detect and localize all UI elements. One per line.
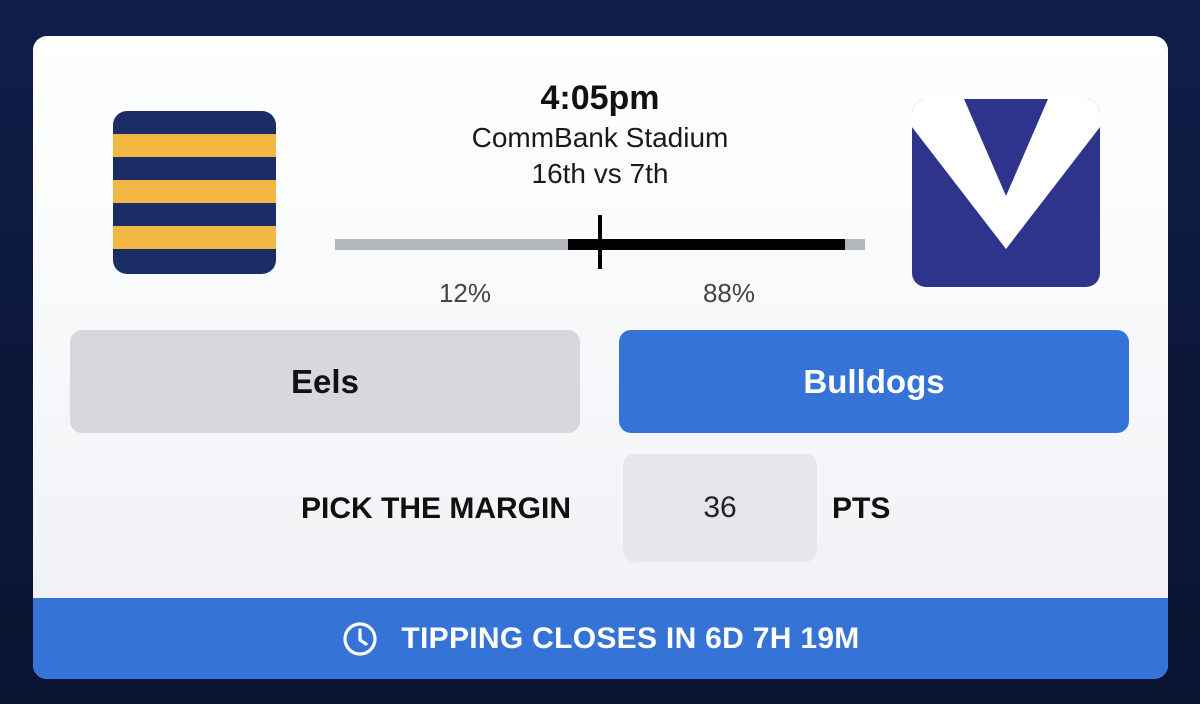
away-tip-percentage: 88% <box>702 278 756 308</box>
pick-margin-label: PICK THE MARGIN <box>301 492 571 525</box>
kickoff-time: 4:05pm <box>540 79 660 117</box>
tipping-deadline-banner: TIPPING CLOSES IN 6D 7H 19M <box>33 598 1168 679</box>
venue: CommBank Stadium <box>471 122 729 153</box>
margin-input[interactable] <box>623 454 817 562</box>
tip-bar-midpoint-marker <box>598 215 602 269</box>
match-tip-card: 4:05pm CommBank Stadium 16th vs 7th 12% … <box>33 36 1168 679</box>
match-info: 4:05pm CommBank Stadium 16th vs 7th <box>400 76 800 192</box>
tipping-closes-text: TIPPING CLOSES IN 6D 7H 19M <box>401 621 860 655</box>
eels-logo <box>113 111 276 274</box>
pick-bulldogs-button[interactable]: Bulldogs <box>619 330 1129 433</box>
clock-icon <box>341 620 379 658</box>
bulldogs-logo <box>912 99 1100 287</box>
margin-unit-label: PTS <box>832 492 891 525</box>
tip-bar-fill <box>568 239 846 250</box>
home-tip-percentage: 12% <box>438 278 492 308</box>
ladder-positions: 16th vs 7th <box>531 158 669 189</box>
pick-eels-button[interactable]: Eels <box>70 330 580 433</box>
tip-percentage-bar <box>335 212 865 272</box>
